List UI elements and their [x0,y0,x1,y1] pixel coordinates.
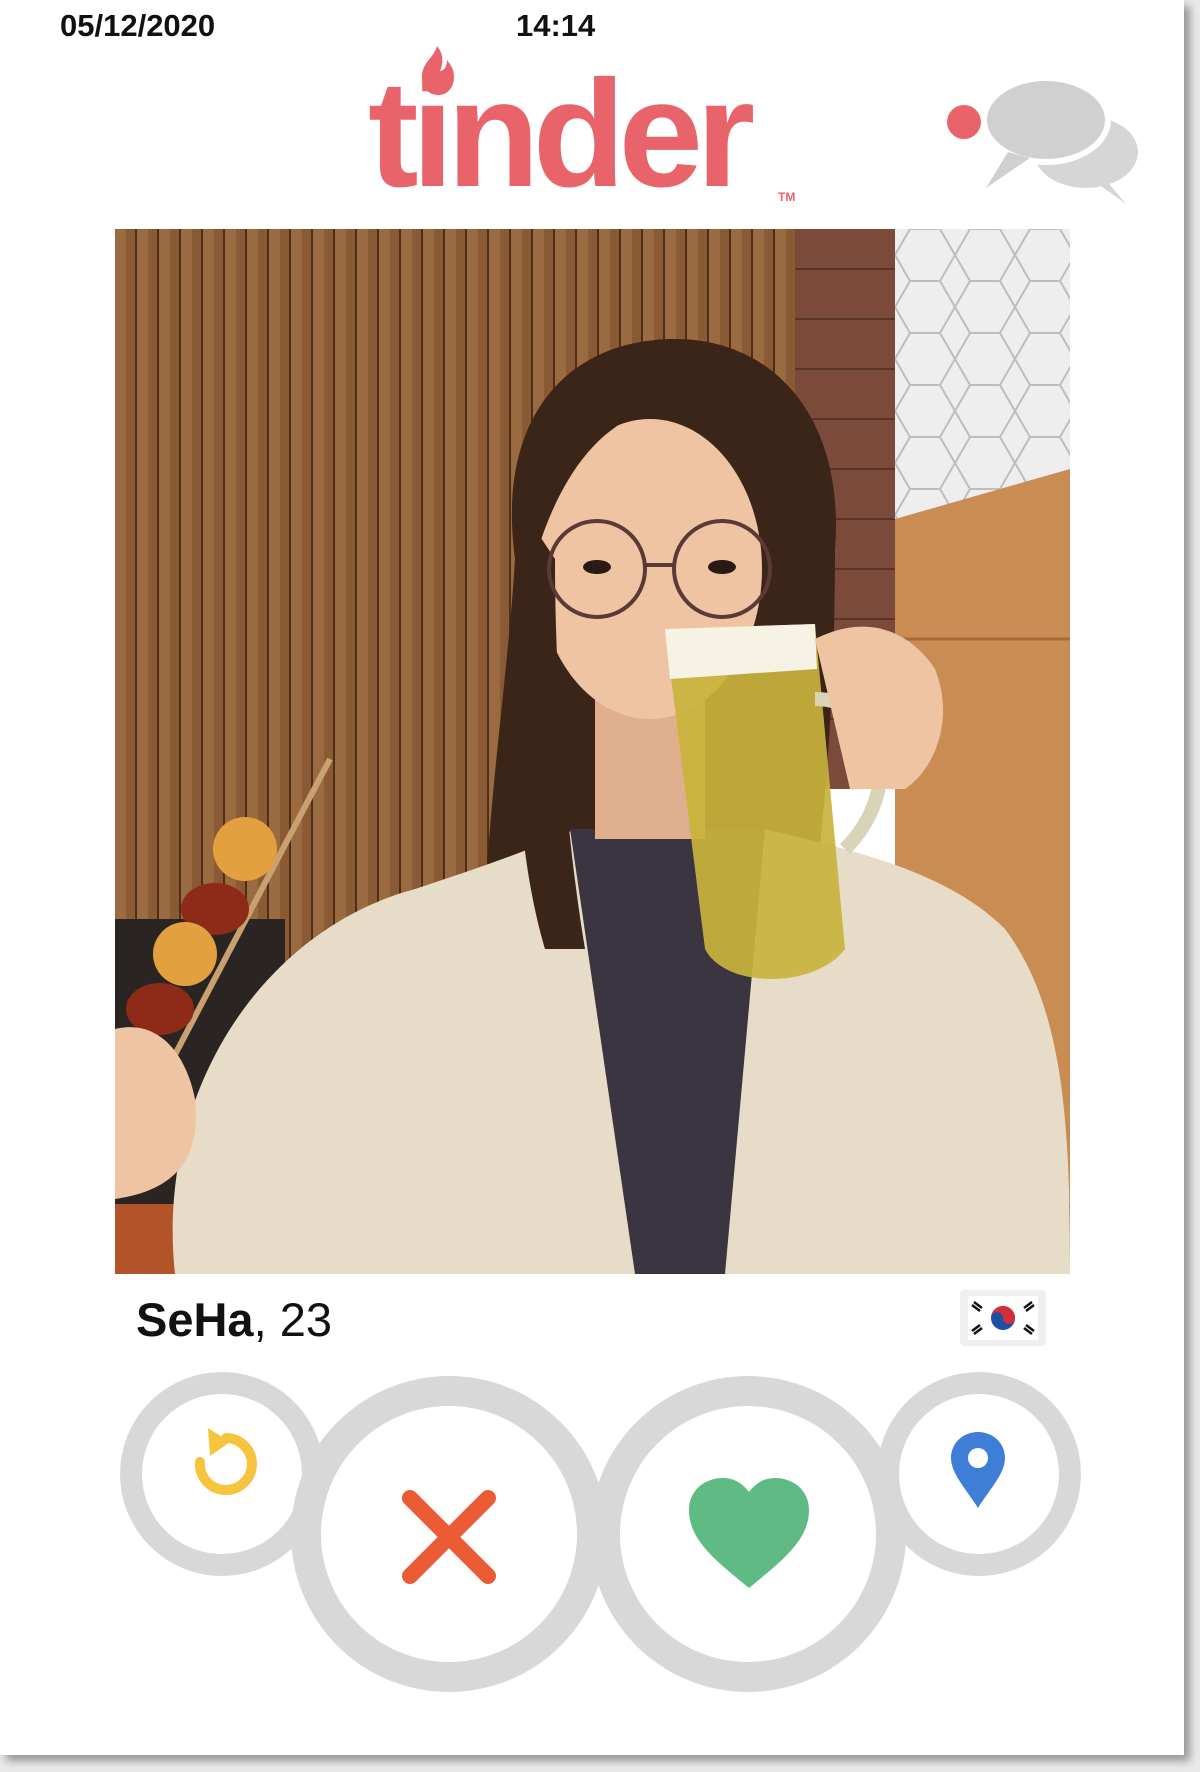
profile-card: 05/12/2020 14:14 tinder TM SeHa, 23 [0,0,1184,1755]
location-pin-icon [951,1432,1005,1508]
chat-bubbles-icon[interactable] [938,70,1148,210]
logo-wordmark: tinder [368,49,755,219]
name-separator: , [253,1293,280,1346]
heart-icon [689,1478,809,1588]
profile-age: 23 [279,1293,332,1346]
profile-name-age: SeHa, 23 [136,1292,332,1347]
profile-photo[interactable] [115,229,1070,1274]
rewind-icon [194,1428,257,1495]
tinder-logo: tinder TM [368,44,808,214]
notification-dot [947,105,981,139]
status-time: 14:14 [516,8,596,43]
profile-name: SeHa [136,1293,254,1346]
south-korea-flag-icon [960,1290,1046,1346]
trademark: TM [778,190,796,204]
status-date: 05/12/2020 [60,8,216,43]
close-icon [402,1490,496,1584]
